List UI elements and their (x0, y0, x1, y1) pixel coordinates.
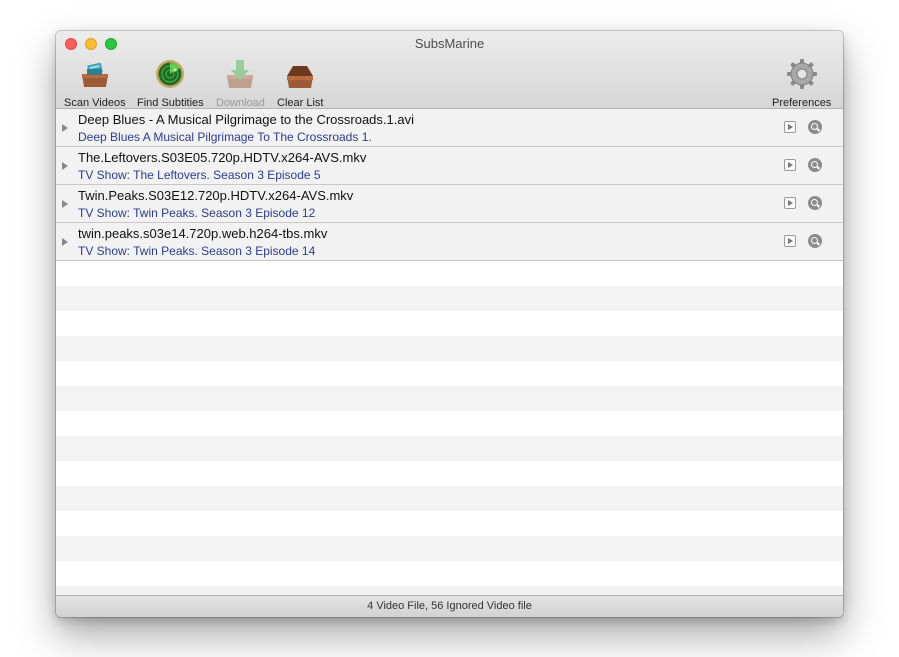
file-detail: Deep Blues A Musical Pilgrimage To The C… (78, 130, 372, 144)
file-name: twin.peaks.s03e14.720p.web.h264-tbs.mkv (78, 226, 328, 241)
download-icon (224, 58, 256, 90)
file-row[interactable]: Twin.Peaks.S03E12.720p.HDTV.x264-AVS.mkv… (56, 185, 843, 223)
empty-row (56, 436, 843, 461)
disclosure-triangle-icon[interactable] (62, 124, 68, 132)
clear-list-label: Clear List (277, 97, 324, 109)
file-row[interactable]: The.Leftovers.S03E05.720p.HDTV.x264-AVS.… (56, 147, 843, 185)
file-detail: TV Show: Twin Peaks. Season 3 Episode 12 (78, 206, 316, 220)
empty-row (56, 486, 843, 511)
play-icon[interactable] (784, 235, 796, 247)
preferences-button[interactable]: Preferences (772, 58, 831, 109)
scan-videos-button[interactable]: Scan Videos (64, 58, 126, 109)
find-subtitles-button[interactable]: Find Subtities (137, 58, 204, 109)
search-icon[interactable] (808, 158, 822, 172)
empty-row (56, 311, 843, 336)
app-window: SubsMarine Scan Videos Find Subtities Do… (56, 31, 843, 617)
play-icon[interactable] (784, 159, 796, 171)
empty-row (56, 336, 843, 361)
download-button[interactable]: Download (216, 58, 265, 109)
file-name: Twin.Peaks.S03E12.720p.HDTV.x264-AVS.mkv (78, 188, 354, 203)
empty-row (56, 361, 843, 386)
download-label: Download (216, 97, 265, 109)
empty-row (56, 411, 843, 436)
search-icon[interactable] (808, 120, 822, 134)
video-file-list: Deep Blues - A Musical Pilgrimage to the… (56, 109, 843, 595)
window-title: SubsMarine (414, 36, 485, 51)
empty-row (56, 511, 843, 536)
empty-row (56, 461, 843, 486)
empty-row (56, 261, 843, 286)
empty-row (56, 586, 843, 595)
inbox-tray-icon (284, 58, 316, 90)
disclosure-triangle-icon[interactable] (62, 238, 68, 246)
file-detail: TV Show: The Leftovers. Season 3 Episode… (78, 168, 321, 182)
clear-list-button[interactable]: Clear List (277, 58, 323, 109)
file-name: The.Leftovers.S03E05.720p.HDTV.x264-AVS.… (78, 150, 367, 165)
disclosure-triangle-icon[interactable] (62, 200, 68, 208)
play-icon[interactable] (784, 197, 796, 209)
titlebar-toolbar: SubsMarine Scan Videos Find Subtities Do… (56, 31, 843, 109)
empty-row (56, 386, 843, 411)
search-icon[interactable] (808, 196, 822, 210)
radar-icon (154, 58, 186, 90)
empty-row (56, 536, 843, 561)
find-subtitles-label: Find Subtities (137, 97, 204, 109)
disclosure-triangle-icon[interactable] (62, 162, 68, 170)
preferences-label: Preferences (772, 97, 832, 109)
scan-videos-label: Scan Videos (64, 97, 126, 109)
search-icon[interactable] (808, 234, 822, 248)
file-detail: TV Show: Twin Peaks. Season 3 Episode 14 (78, 244, 316, 258)
play-icon[interactable] (784, 121, 796, 133)
gear-icon (786, 58, 818, 90)
scan-videos-icon (79, 58, 111, 90)
empty-row (56, 561, 843, 586)
file-row[interactable]: Deep Blues - A Musical Pilgrimage to the… (56, 109, 843, 147)
status-text: 4 Video File, 56 Ignored Video file (367, 600, 532, 612)
empty-row (56, 286, 843, 311)
file-row[interactable]: twin.peaks.s03e14.720p.web.h264-tbs.mkv … (56, 223, 843, 261)
status-bar: 4 Video File, 56 Ignored Video file (56, 595, 843, 617)
file-name: Deep Blues - A Musical Pilgrimage to the… (78, 112, 414, 127)
